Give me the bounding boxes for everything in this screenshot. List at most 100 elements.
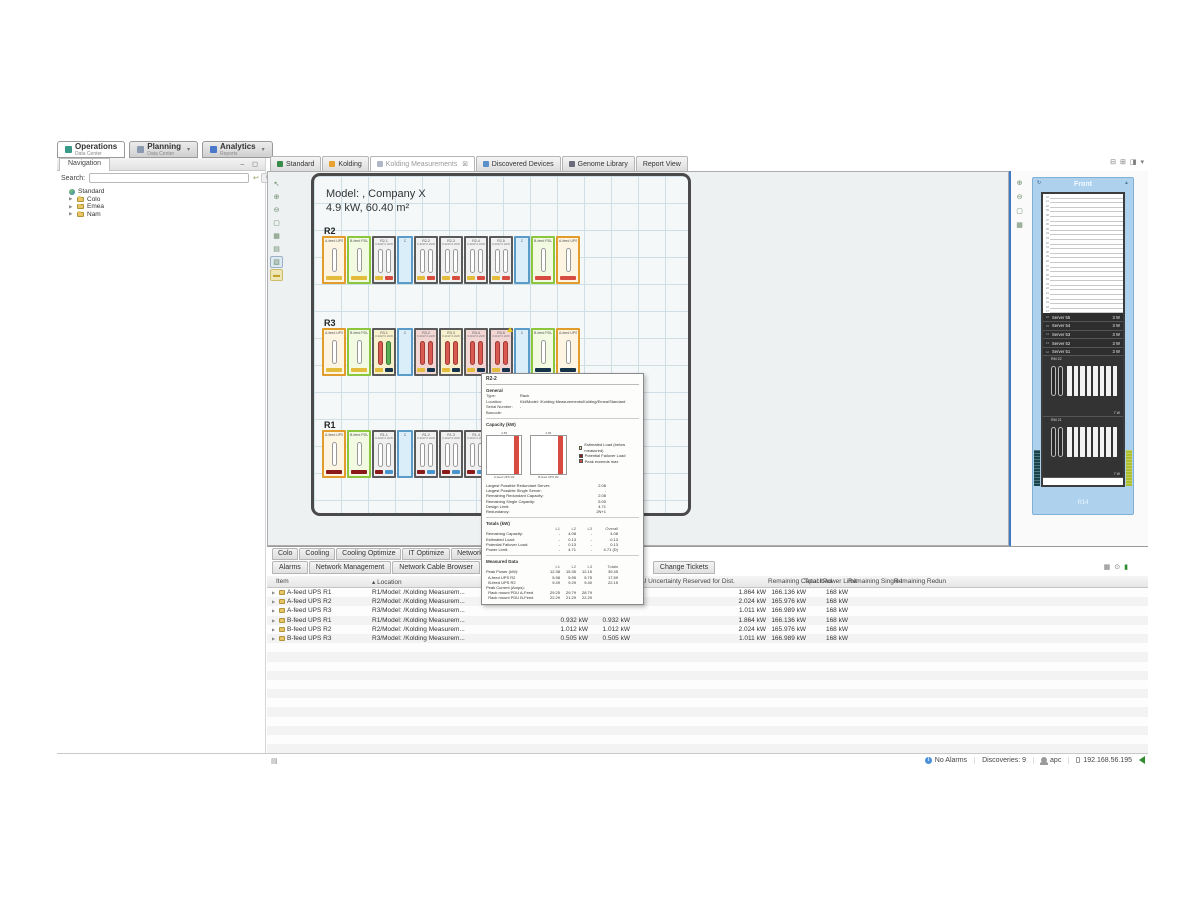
minimize-icon[interactable]: ⊟ bbox=[1110, 158, 1116, 166]
collapse-rack-icon[interactable]: ▲ bbox=[1124, 180, 1129, 186]
search-input[interactable] bbox=[89, 173, 249, 183]
editor-tab-discovered-devices[interactable]: Discovered Devices bbox=[476, 156, 561, 171]
server-unit[interactable]: 15Server 543 W bbox=[1043, 322, 1123, 331]
tab-change-tickets[interactable]: Change Tickets bbox=[653, 561, 715, 574]
zoom-out-icon[interactable]: ⊖ bbox=[1013, 191, 1026, 203]
column-header[interactable]: ▴ Location bbox=[372, 578, 402, 586]
perspective-tab-planning[interactable]: PlanningData Center▾ bbox=[129, 141, 198, 158]
rack[interactable]: B-feed PDU bbox=[531, 236, 555, 284]
expand-arrow-icon[interactable]: ▶ bbox=[69, 204, 74, 210]
zoom-in-icon[interactable]: ⊕ bbox=[270, 191, 283, 203]
table-row[interactable]: ▶B-feed UPS R2R2/Model: /Kolding Measure… bbox=[267, 625, 1148, 634]
rack-elevation[interactable]: ↻ Front ▲ 424140393837363534333231302928… bbox=[1032, 177, 1134, 515]
editor-tab-kolding[interactable]: Kolding bbox=[322, 156, 368, 171]
rack[interactable]: C bbox=[514, 236, 530, 284]
column-header[interactable]: Remaining Capacit bbox=[768, 578, 823, 585]
expand-arrow-icon[interactable]: ▶ bbox=[69, 196, 74, 202]
expand-arrow-icon[interactable]: ▶ bbox=[272, 618, 275, 623]
zoom-in-icon[interactable]: ⊕ bbox=[1013, 177, 1026, 189]
tab-network-cable-browser[interactable]: Network Cable Browser bbox=[392, 561, 480, 574]
navigation-tab[interactable]: Navigation bbox=[59, 158, 110, 171]
perspective-tab-analytics[interactable]: AnalyticsReports▾ bbox=[202, 141, 273, 158]
tab-network-management[interactable]: Network Management bbox=[309, 561, 391, 574]
rack[interactable]: C bbox=[397, 328, 413, 376]
server-unit[interactable]: 12Server 513 W bbox=[1043, 348, 1123, 357]
fit-view-icon[interactable]: ▢ bbox=[1013, 205, 1026, 217]
rack[interactable]: A-feed UPS bbox=[556, 328, 580, 376]
rack[interactable]: C bbox=[514, 328, 530, 376]
rack[interactable]: R2-40.2kW 0.2kW bbox=[464, 236, 488, 284]
table-row[interactable]: ▶A-feed UPS R2R2/Model: /Kolding Measure… bbox=[267, 597, 1148, 606]
expand-arrow-icon[interactable]: ▶ bbox=[272, 590, 275, 595]
tab-it-optimize[interactable]: IT Optimize bbox=[402, 548, 450, 560]
rack[interactable]: R3-40.2kW 0.2kW bbox=[464, 328, 488, 376]
table-row[interactable]: ▶A-feed UPS R1R1/Model: /Kolding Measure… bbox=[267, 588, 1148, 597]
sidebar-item-colo[interactable]: ▶Colo bbox=[61, 196, 265, 204]
restore-panel-icon[interactable]: ▤ bbox=[271, 757, 278, 765]
rack[interactable]: B-feed PDU bbox=[347, 430, 371, 478]
fit-view-icon[interactable]: ▢ bbox=[270, 217, 283, 229]
rack[interactable]: A-feed UPS bbox=[556, 236, 580, 284]
rack[interactable]: B-feed PDU bbox=[347, 236, 371, 284]
rack[interactable]: B-feed PDU bbox=[531, 328, 555, 376]
tab-colo[interactable]: Colo bbox=[272, 548, 298, 560]
close-icon[interactable]: ☒ bbox=[462, 161, 467, 168]
rack[interactable]: R2-10.2kW 0.2kW bbox=[372, 236, 396, 284]
rack[interactable]: A-feed UPS bbox=[322, 236, 346, 284]
user-status[interactable]: apc bbox=[1033, 757, 1061, 764]
rack[interactable]: B-feed PDU bbox=[347, 328, 371, 376]
rack[interactable]: A-feed UPS bbox=[322, 328, 346, 376]
rack[interactable]: R2-20.2kW 0.2kW bbox=[414, 236, 438, 284]
panel-window-buttons[interactable]: – ◻ bbox=[240, 160, 261, 168]
table-row[interactable]: ▶B-feed UPS R1R1/Model: /Kolding Measure… bbox=[267, 616, 1148, 625]
rack[interactable]: C bbox=[397, 430, 413, 478]
blade-chassis[interactable]: RM 217 W bbox=[1043, 417, 1123, 478]
rack[interactable]: R2-50.2kW 0.2kW bbox=[489, 236, 513, 284]
grid-icon[interactable]: ▦ bbox=[1013, 219, 1026, 231]
rack[interactable]: R1-30.2kW 0.2kW bbox=[439, 430, 463, 478]
column-header[interactable]: PSU Uncertainty Reserved for Dist. bbox=[633, 578, 735, 585]
rack[interactable]: R3-30.2kW 0.2kW bbox=[439, 328, 463, 376]
table-row[interactable]: ▶A-feed UPS R3R3/Model: /Kolding Measure… bbox=[267, 606, 1148, 615]
rack[interactable]: R1-10.2kW 0.2kW bbox=[372, 430, 396, 478]
search-icon[interactable]: ⊙ bbox=[1114, 563, 1120, 571]
sidebar-item-emea[interactable]: ▶Emea bbox=[61, 203, 265, 211]
column-header[interactable]: Item bbox=[276, 578, 289, 585]
status-icon[interactable]: ▮ bbox=[1124, 563, 1128, 571]
tab-cooling-optimize[interactable]: Cooling Optimize bbox=[336, 548, 401, 560]
editor-tab-standard[interactable]: Standard bbox=[270, 156, 321, 171]
select-tool-icon[interactable]: ↖ bbox=[270, 178, 283, 190]
perspective-tab-operations[interactable]: OperationsData Center bbox=[57, 141, 125, 158]
expand-arrow-icon[interactable]: ▶ bbox=[272, 599, 275, 604]
host-status[interactable]: 192.168.56.195 bbox=[1068, 757, 1132, 764]
column-header[interactable]: Remaining Redun bbox=[894, 578, 946, 585]
undo-icon[interactable]: ↩ bbox=[253, 174, 259, 182]
layout-icon[interactable]: ◨ bbox=[1130, 158, 1137, 166]
table-icon[interactable]: ▦ bbox=[1104, 563, 1111, 571]
rack[interactable]: R2-30.2kW 0.2kW bbox=[439, 236, 463, 284]
sidebar-item-standard[interactable]: Standard bbox=[61, 188, 265, 196]
maximize-icon[interactable]: ⊞ bbox=[1120, 158, 1126, 166]
table-row[interactable]: ▶B-feed UPS R3R3/Model: /Kolding Measure… bbox=[267, 634, 1148, 643]
editor-tab-genome-library[interactable]: Genome Library bbox=[562, 156, 635, 171]
rack[interactable]: A-feed UPS bbox=[322, 430, 346, 478]
sidebar-item-nam[interactable]: ▶Nam bbox=[61, 211, 265, 219]
rack[interactable]: R3-50.2kW 0.2kW bbox=[489, 328, 513, 376]
expand-arrow-icon[interactable]: ▶ bbox=[272, 608, 275, 613]
server-unit[interactable]: 14Server 533 W bbox=[1043, 331, 1123, 340]
expand-arrow-icon[interactable]: ▶ bbox=[69, 211, 74, 217]
alarm-status[interactable]: i No Alarms bbox=[918, 757, 967, 764]
editor-tab-kolding-measurements[interactable]: Kolding Measurements☒ bbox=[370, 156, 475, 171]
layers-icon[interactable]: ▤ bbox=[270, 243, 283, 255]
tab-alarms[interactable]: Alarms bbox=[272, 561, 308, 574]
rack[interactable]: R1-20.2kW 0.2kW bbox=[414, 430, 438, 478]
highlight-icon[interactable]: ▬ bbox=[270, 269, 283, 281]
rack[interactable]: C bbox=[397, 236, 413, 284]
server-unit[interactable]: 16Server 553 W bbox=[1043, 313, 1123, 322]
server-unit[interactable]: 13Server 523 W bbox=[1043, 339, 1123, 348]
blade-chassis[interactable]: RM 227 W bbox=[1043, 356, 1123, 417]
zoom-out-icon[interactable]: ⊖ bbox=[270, 204, 283, 216]
tab-cooling[interactable]: Cooling bbox=[299, 548, 335, 560]
rack[interactable]: R3-10.2kW 0.2kW bbox=[372, 328, 396, 376]
editor-tab-report-view[interactable]: Report View bbox=[636, 156, 688, 171]
